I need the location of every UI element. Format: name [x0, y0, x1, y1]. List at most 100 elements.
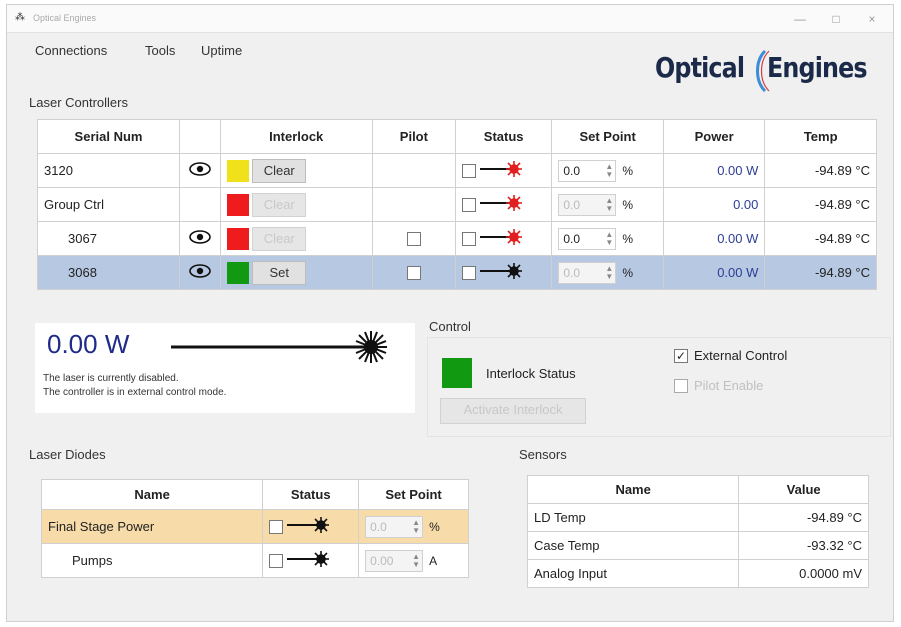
col-power[interactable]: Power: [662, 119, 766, 154]
interlock-indicator: [226, 193, 249, 216]
external-control-checkbox[interactable]: ✓: [674, 348, 688, 363]
interlock-cell: Clear: [219, 187, 373, 222]
table-row[interactable]: LD Temp -94.89 °C: [526, 503, 869, 532]
status-checkbox[interactable]: [269, 519, 284, 534]
pilot-cell: [371, 221, 456, 256]
title-bar: ⁂ Optical Engines — □ ×: [7, 5, 893, 33]
eye-icon[interactable]: [189, 230, 211, 247]
setpoint-input: 0.0 ▲ ▼: [558, 261, 617, 284]
pilot-cell: [371, 255, 456, 290]
status-checkbox[interactable]: [269, 553, 284, 568]
power-readout: 0.00 W: [47, 329, 130, 359]
setpoint-unit: %: [429, 519, 440, 534]
menu-connections[interactable]: Connections: [35, 43, 107, 58]
status-checkbox[interactable]: [461, 163, 476, 178]
interlock-cell: Clear: [219, 221, 373, 256]
col-pilot[interactable]: Pilot: [371, 119, 456, 154]
activate-interlock-button: Activate Interlock: [440, 398, 586, 424]
status-cell: [262, 543, 360, 578]
temp-cell: -94.89 °C: [764, 221, 877, 256]
col-setpoint[interactable]: Set Point: [358, 479, 469, 510]
control-mode-message: The controller is in external control mo…: [43, 387, 227, 398]
power-cell: 0.00 W: [662, 255, 766, 290]
col-setpoint[interactable]: Set Point: [551, 119, 664, 154]
col-name[interactable]: Name: [526, 475, 740, 504]
pilot-enable-option: Pilot Enable: [674, 378, 763, 393]
eye-icon[interactable]: [189, 264, 211, 281]
external-control-option[interactable]: ✓ External Control: [674, 348, 787, 363]
setpoint-unit: %: [622, 163, 634, 178]
setpoint-unit: %: [622, 231, 634, 246]
status-checkbox[interactable]: [461, 265, 476, 280]
eye-cell[interactable]: [179, 221, 221, 256]
minimize-button[interactable]: —: [785, 9, 815, 29]
eye-cell[interactable]: [179, 153, 221, 188]
serial-cell: 3068: [36, 255, 181, 290]
status-cell: [454, 153, 553, 188]
table-row[interactable]: Group Ctrl Clear 0.0 ▲ ▼% 0.00 -94.89 °C: [36, 187, 877, 222]
table-row[interactable]: Pumps 0.00 ▲ ▼ A: [40, 543, 469, 578]
table-row[interactable]: 3067 Clear 0.0 ▲ ▼% 0.00 W -94.89 °C: [36, 221, 877, 256]
setpoint-unit: %: [622, 197, 634, 212]
pilot-checkbox[interactable]: [406, 232, 421, 247]
col-status[interactable]: Status: [454, 119, 553, 154]
interlock-status-label: Interlock Status: [486, 366, 576, 381]
interlock-clear-button: Clear: [252, 226, 307, 251]
status-checkbox[interactable]: [461, 197, 476, 212]
laser-status-icon: [479, 227, 528, 250]
laser-status-message: The laser is currently disabled.: [43, 373, 179, 384]
control-label: Control: [429, 319, 471, 334]
external-control-label: External Control: [694, 348, 788, 363]
sensor-name: Case Temp: [526, 531, 740, 560]
sensor-name: Analog Input: [526, 559, 740, 588]
table-row-selected[interactable]: Final Stage Power 0.0 ▲ ▼%: [40, 509, 469, 544]
interlock-clear-button[interactable]: Clear: [252, 158, 307, 183]
interlock-indicator: [226, 261, 249, 284]
temp-cell: -94.89 °C: [764, 187, 877, 222]
menu-uptime[interactable]: Uptime: [201, 43, 242, 58]
col-status[interactable]: Status: [262, 479, 360, 510]
status-cell: [454, 221, 553, 256]
temp-cell: -94.89 °C: [764, 255, 877, 290]
table-row[interactable]: Case Temp -93.32 °C: [526, 531, 869, 560]
pilot-checkbox[interactable]: [406, 266, 421, 281]
power-cell: 0.00: [662, 187, 766, 222]
interlock-cell: Clear: [219, 153, 373, 188]
maximize-button[interactable]: □: [821, 9, 851, 29]
status-cell: [454, 187, 553, 222]
col-interlock[interactable]: Interlock: [219, 119, 373, 154]
table-row-selected[interactable]: 3068 Set 0.0 ▲ ▼% 0.00 W -94.89 °C: [36, 255, 877, 290]
interlock-status-indicator: [442, 358, 472, 388]
eye-cell: [179, 187, 221, 222]
table-row[interactable]: Analog Input 0.0000 mV: [526, 559, 869, 588]
pilot-enable-label: Pilot Enable: [694, 378, 764, 393]
setpoint-unit: A: [429, 553, 438, 568]
sensor-name: LD Temp: [526, 503, 740, 532]
setpoint-cell: 0.0 ▲ ▼%: [551, 221, 664, 256]
sensors-table: Name Value LD Temp -94.89 °C Case Temp -…: [526, 475, 869, 588]
close-button[interactable]: ×: [857, 9, 887, 29]
serial-cell: 3120: [36, 153, 181, 188]
interlock-clear-button: Clear: [252, 192, 307, 217]
table-row[interactable]: 3120 Clear 0.0 ▲ ▼% 0.00 W -94.89 °C: [36, 153, 877, 188]
col-name[interactable]: Name: [40, 479, 264, 510]
setpoint-cell: 0.0 ▲ ▼%: [551, 255, 664, 290]
status-checkbox[interactable]: [461, 231, 476, 246]
sensor-value: -94.89 °C: [738, 503, 869, 532]
eye-icon[interactable]: [189, 162, 211, 179]
sensor-value: -93.32 °C: [738, 531, 869, 560]
setpoint-cell: 0.00 ▲ ▼ A: [358, 543, 469, 578]
col-temp[interactable]: Temp: [764, 119, 877, 154]
setpoint-input: 0.00 ▲ ▼: [365, 549, 424, 572]
menu-tools[interactable]: Tools: [145, 43, 175, 58]
setpoint-cell: 0.0 ▲ ▼%: [551, 187, 664, 222]
interlock-set-button[interactable]: Set: [252, 260, 307, 285]
col-serial[interactable]: Serial Num: [36, 119, 181, 154]
laser-controllers-label: Laser Controllers: [29, 95, 128, 110]
eye-cell[interactable]: [179, 255, 221, 290]
setpoint-input[interactable]: 0.0 ▲ ▼: [558, 227, 617, 250]
setpoint-input[interactable]: 0.0 ▲ ▼: [558, 159, 617, 182]
setpoint-cell: 0.0 ▲ ▼%: [358, 509, 469, 544]
col-value[interactable]: Value: [738, 475, 869, 504]
power-panel: 0.00 W The laser is currently disabled. …: [35, 323, 415, 413]
